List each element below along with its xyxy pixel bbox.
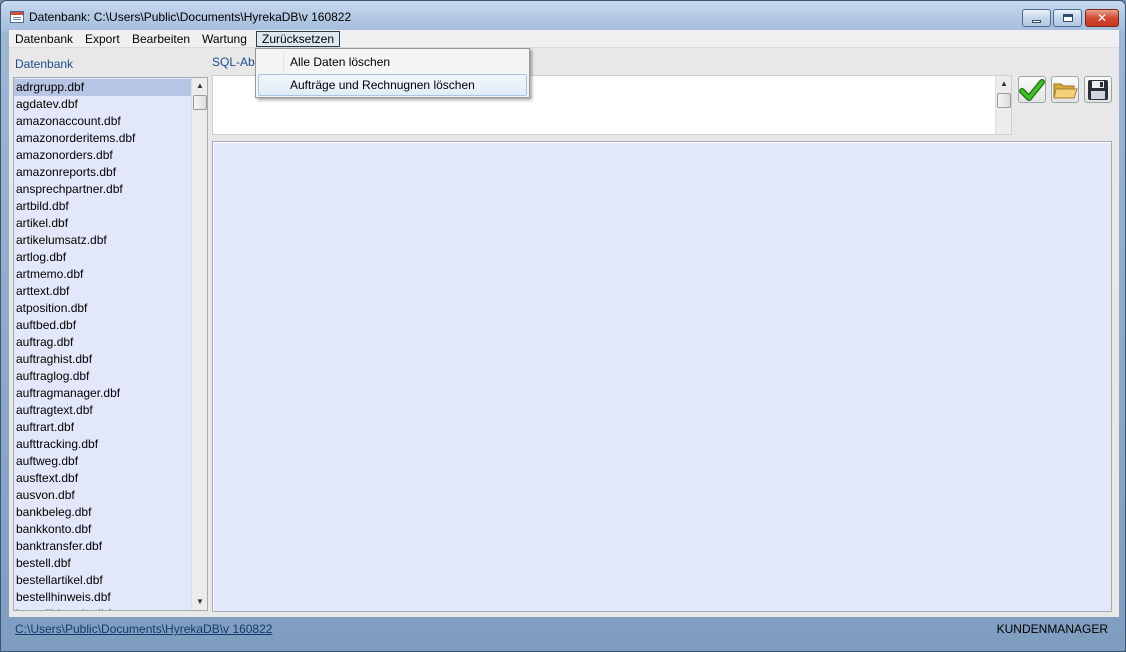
scroll-down-icon[interactable]: ▼	[192, 594, 207, 610]
scroll-up-icon[interactable]: ▲	[192, 78, 207, 94]
table-list-item[interactable]: bestellhinweis.dbf	[14, 589, 192, 606]
app-icon[interactable]	[10, 11, 24, 23]
table-list-item[interactable]: auftrag.dbf	[14, 334, 192, 351]
table-list-item[interactable]: amazonaccount.dbf	[14, 113, 192, 130]
folder-icon	[1053, 83, 1078, 98]
menu-export[interactable]: Export	[79, 31, 126, 47]
database-path-link[interactable]: C:\Users\Public\Documents\HyrekaDB\v 160…	[15, 622, 272, 636]
table-list-item[interactable]: auftbed.dbf	[14, 317, 192, 334]
results-grid[interactable]	[212, 141, 1112, 612]
table-list-item[interactable]: auftrart.dbf	[14, 419, 192, 436]
table-list-item[interactable]: auftweg.dbf	[14, 453, 192, 470]
minimize-icon	[1032, 19, 1041, 23]
app-mode-label: KUNDENMANAGER	[996, 622, 1108, 636]
table-list-item[interactable]: bankkonto.dbf	[14, 521, 192, 538]
table-list-item[interactable]: bestell.dbf	[14, 555, 192, 572]
table-list-item[interactable]: amazonorderitems.dbf	[14, 130, 192, 147]
table-list-item[interactable]: aufttracking.dbf	[14, 436, 192, 453]
menu-wartung[interactable]: Wartung	[196, 31, 253, 47]
checkmark-icon	[1019, 78, 1045, 101]
table-list-item[interactable]: artlog.dbf	[14, 249, 192, 266]
table-list-item[interactable]: auftraghist.dbf	[14, 351, 192, 368]
status-bar: C:\Users\Public\Documents\HyrekaDB\v 160…	[1, 617, 1125, 652]
table-list-item[interactable]: artmemo.dbf	[14, 266, 192, 283]
table-list-item[interactable]: amazonorders.dbf	[14, 147, 192, 164]
sql-label: SQL-Ab	[212, 55, 255, 69]
table-listbox[interactable]: adrgrupp.dbf agdatev.dbf amazonaccount.dbf…	[13, 77, 208, 611]
scroll-thumb[interactable]	[193, 95, 207, 110]
table-list-item[interactable]: artikel.dbf	[14, 215, 192, 232]
table-list-item[interactable]: atposition.dbf	[14, 300, 192, 317]
menu-zuruecksetzen[interactable]: Zurücksetzen	[256, 31, 341, 47]
table-list-item[interactable]: bankbeleg.dbf	[14, 504, 192, 521]
execute-button[interactable]	[1018, 76, 1046, 103]
close-button[interactable]: ✕	[1085, 9, 1119, 27]
app-window: Datenbank: C:\Users\Public\Documents\Hyr…	[0, 0, 1126, 652]
scroll-up-icon[interactable]: ▲	[996, 76, 1012, 92]
close-icon: ✕	[1096, 11, 1108, 25]
table-list-item[interactable]: arttext.dbf	[14, 283, 192, 300]
window-title: Datenbank: C:\Users\Public\Documents\Hyr…	[29, 10, 352, 24]
maximize-icon	[1062, 14, 1073, 22]
table-list-item[interactable]: auftraglog.dbf	[14, 368, 192, 385]
table-list-item[interactable]: banktransfer.dbf	[14, 538, 192, 555]
menu-item-delete-all-data[interactable]: Alle Daten löschen	[258, 51, 527, 73]
table-list-item[interactable]: auftragmanager.dbf	[14, 385, 192, 402]
menu-bearbeiten[interactable]: Bearbeiten	[126, 31, 196, 47]
table-list-item[interactable]: ausvon.dbf	[14, 487, 192, 504]
menu-item-delete-orders-invoices[interactable]: Aufträge und Rechnugnen löschen	[258, 74, 527, 96]
list-scrollbar[interactable]: ▲ ▼	[191, 78, 207, 610]
sql-scrollbar[interactable]: ▲	[995, 76, 1011, 134]
title-bar[interactable]: Datenbank: C:\Users\Public\Documents\Hyr…	[1, 1, 1125, 31]
table-list-item[interactable]: adrgrupp.dbf	[14, 79, 192, 96]
table-list-item[interactable]: ausftext.dbf	[14, 470, 192, 487]
client-area: Datenbank Export Bearbeiten Wartung Zurü…	[9, 30, 1119, 617]
table-list-item[interactable]: agdatev.dbf	[14, 96, 192, 113]
open-button[interactable]	[1051, 76, 1079, 103]
table-list-item[interactable]: bestellhinweis.dbf	[14, 606, 192, 610]
table-list-item[interactable]: bestellartikel.dbf	[14, 572, 192, 589]
table-list-item[interactable]: amazonreports.dbf	[14, 164, 192, 181]
save-button[interactable]	[1084, 76, 1112, 103]
scroll-thumb[interactable]	[997, 93, 1011, 108]
database-list-label: Datenbank	[15, 57, 74, 71]
table-list-item[interactable]: artikelumsatz.dbf	[14, 232, 192, 249]
menu-bar: Datenbank Export Bearbeiten Wartung Zurü…	[9, 30, 1119, 48]
table-list-item[interactable]: artbild.dbf	[14, 198, 192, 215]
table-list: adrgrupp.dbf agdatev.dbf amazonaccount.dbf…	[14, 79, 192, 610]
minimize-button[interactable]	[1022, 9, 1051, 27]
maximize-button[interactable]	[1053, 9, 1082, 27]
table-list-item[interactable]: ansprechpartner.dbf	[14, 181, 192, 198]
reset-dropdown-menu: Alle Daten löschen Aufträge und Rechnugn…	[255, 48, 530, 98]
menu-datenbank[interactable]: Datenbank	[9, 31, 79, 47]
table-list-item[interactable]: auftragtext.dbf	[14, 402, 192, 419]
save-icon	[1088, 79, 1108, 100]
